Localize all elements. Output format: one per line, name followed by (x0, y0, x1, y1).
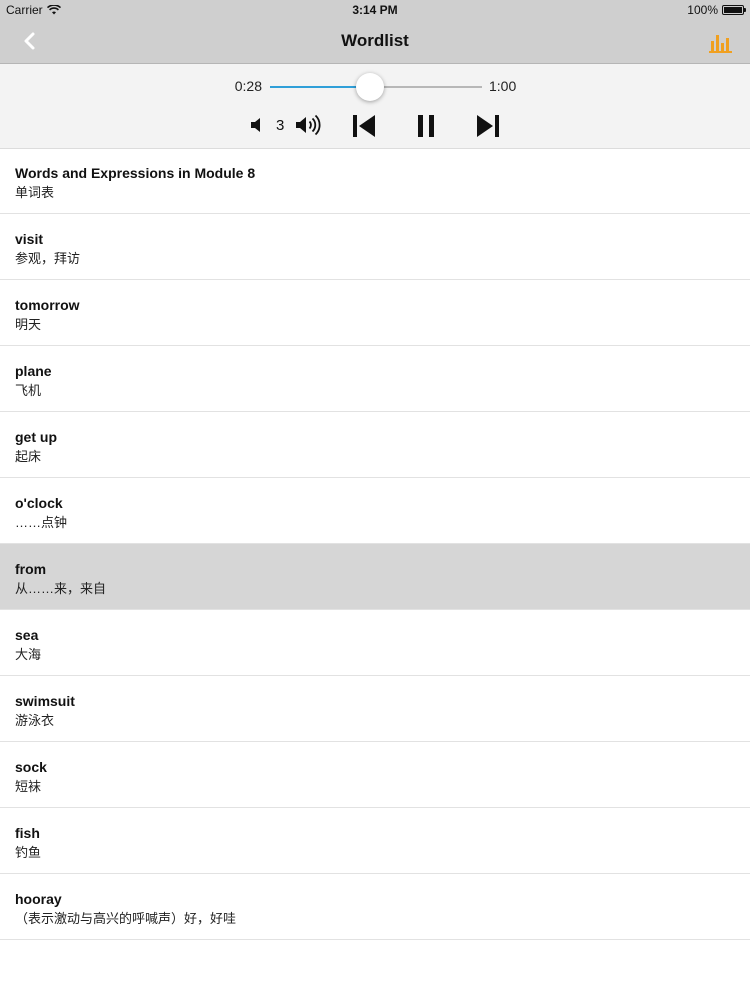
list-item[interactable]: hooray （表示激动与高兴的呼喊声）好，好哇 (0, 874, 750, 940)
word-english: fish (15, 825, 40, 841)
word-translation: 短袜 (15, 779, 42, 794)
pause-button[interactable] (412, 112, 440, 140)
word-english: hooray (15, 891, 62, 907)
list-item[interactable]: swimsuit 游泳衣 (0, 676, 750, 742)
word-translation: ……点钟 (15, 515, 68, 530)
word-english: visit (15, 231, 44, 247)
word-translation: 起床 (15, 449, 42, 464)
word-translation: 钓鱼 (15, 845, 42, 860)
status-time: 3:14 PM (352, 3, 398, 17)
slider-thumb[interactable] (355, 73, 384, 101)
word-english: Words and Expressions in Module 8 (15, 165, 256, 181)
word-english: tomorrow (15, 297, 80, 313)
word-translation: 游泳衣 (15, 713, 55, 728)
list-item[interactable]: plane 飞机 (0, 346, 750, 412)
word-translation: 飞机 (15, 383, 42, 398)
progress-slider[interactable] (270, 73, 482, 101)
word-translation: （表示激动与高兴的呼喊声）好，好哇 (15, 911, 237, 926)
current-time: 0:28 (234, 78, 262, 94)
list-item[interactable]: from 从……来，来自 (0, 544, 750, 610)
bar-chart-icon (709, 35, 732, 53)
progress-fill (270, 86, 370, 88)
list-item[interactable]: sock 短袜 (0, 742, 750, 808)
word-translation: 明天 (15, 317, 42, 332)
list-item[interactable]: o'clock ……点钟 (0, 478, 750, 544)
previous-button[interactable] (350, 112, 378, 140)
list-item[interactable]: fish 钓鱼 (0, 808, 750, 874)
word-english: plane (15, 363, 52, 379)
battery-percent: 100% (687, 3, 718, 17)
word-translation: 单词表 (15, 185, 55, 200)
list-item[interactable]: get up 起床 (0, 412, 750, 478)
volume-level: 3 (276, 117, 285, 134)
word-translation: 从……来，来自 (15, 581, 107, 596)
statistics-button[interactable] (708, 29, 734, 53)
word-english: sea (15, 627, 39, 643)
speaker-icon (251, 118, 260, 132)
volume-up-button[interactable] (294, 113, 326, 137)
status-bar: Carrier 3:14 PM 100% (0, 0, 750, 20)
list-item[interactable]: tomorrow 明天 (0, 280, 750, 346)
total-time: 1:00 (489, 78, 517, 94)
word-english: swimsuit (15, 693, 75, 709)
list-item[interactable]: visit 参观，拜访 (0, 214, 750, 280)
speaker-loud-icon (296, 114, 321, 136)
list-item[interactable]: Words and Expressions in Module 8 单词表 (0, 148, 750, 214)
skip-next-icon (477, 115, 499, 137)
word-translation: 大海 (15, 647, 42, 662)
word-english: o'clock (15, 495, 63, 511)
word-english: sock (15, 759, 47, 775)
pause-icon (418, 115, 434, 137)
skip-previous-icon (353, 115, 375, 137)
word-translation: 参观，拜访 (15, 251, 81, 266)
nav-bar: Wordlist (0, 20, 750, 64)
audio-player: 0:28 1:00 3 (0, 64, 750, 149)
list-item[interactable]: sea 大海 (0, 610, 750, 676)
battery-status: 100% (687, 3, 746, 17)
next-button[interactable] (474, 112, 502, 140)
word-list: Words and Expressions in Module 8 单词表 visi… (0, 148, 750, 940)
page-title: Wordlist (341, 31, 409, 50)
battery-icon (722, 5, 746, 15)
word-english: get up (15, 429, 57, 445)
volume-down-button[interactable] (248, 115, 268, 135)
word-english: from (15, 561, 47, 577)
